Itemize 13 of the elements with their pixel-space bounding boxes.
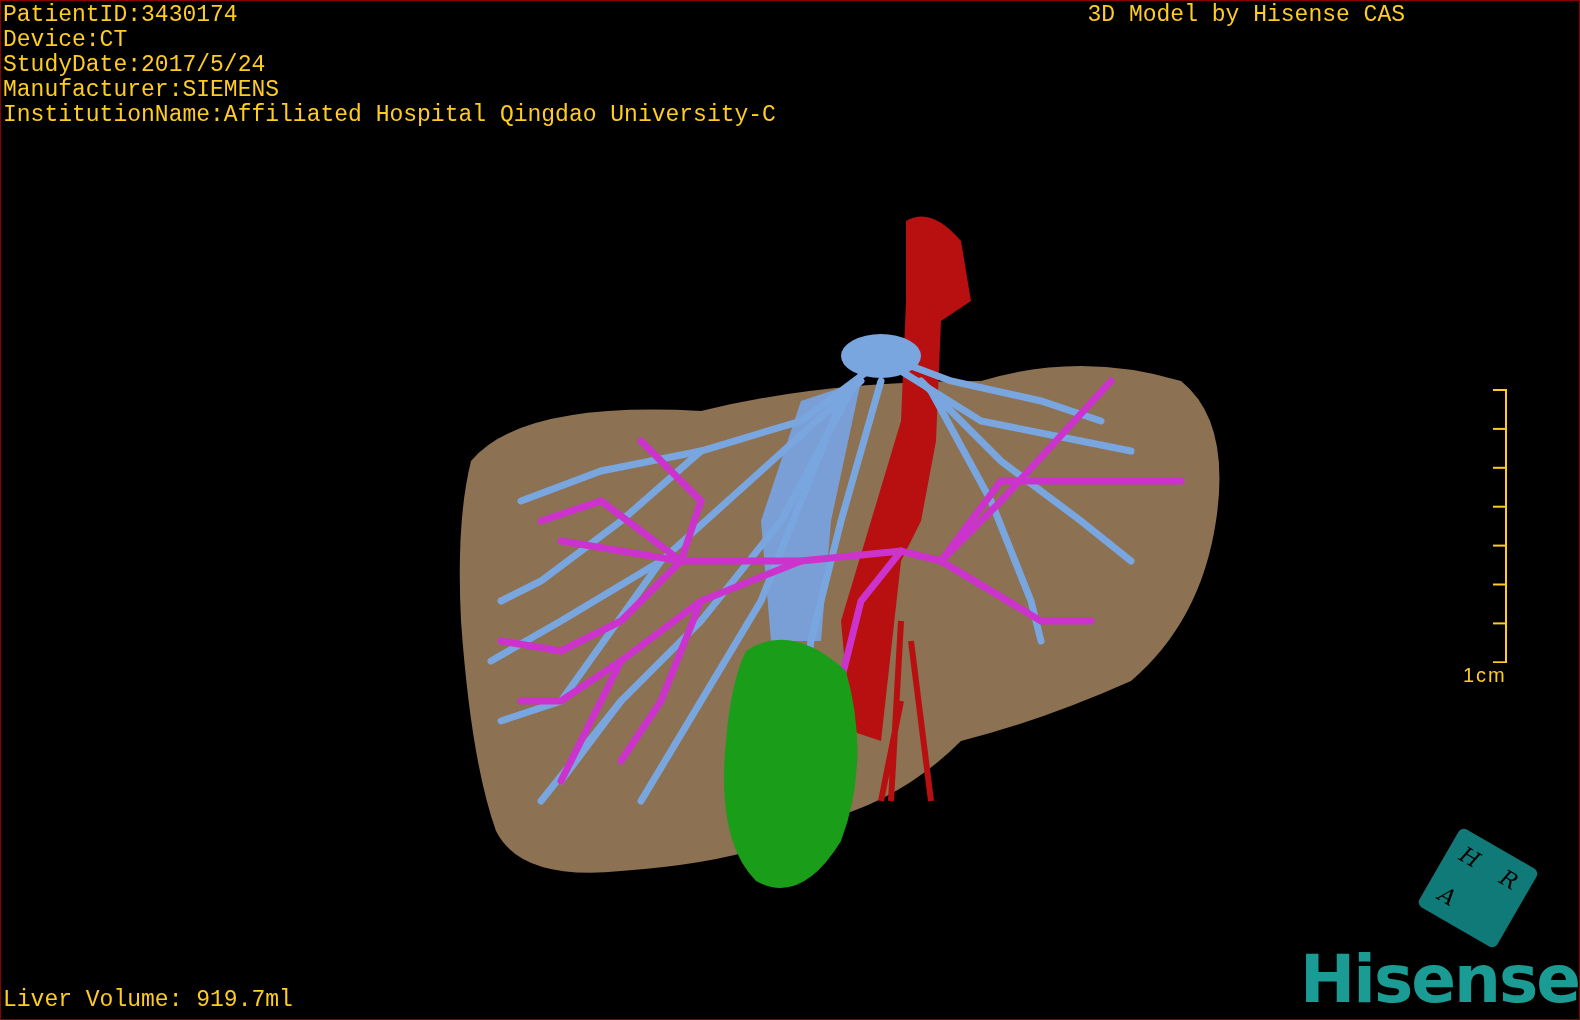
cube-face-letter: H <box>1454 840 1486 875</box>
patient-info-text: Device:CT <box>3 28 129 53</box>
cube-face-letter: A <box>1433 880 1462 914</box>
cube-face-letter: R <box>1494 863 1524 897</box>
patient-info-text: InstitutionName:Affiliated Hospital Qingdao University-C <box>3 103 776 128</box>
patient-info-text: PatientID:3430174 <box>3 3 239 28</box>
hisense-logo: Hisense <box>1300 947 1579 1013</box>
liver-volume-text: Liver Volume: 919.7ml <box>3 988 293 1013</box>
scale-bar-icon <box>1492 389 1507 663</box>
patient-info-text: StudyDate:2017/5/24 <box>3 53 267 78</box>
scale-label: 1cm <box>1463 664 1507 686</box>
patient-info-text: Manufacturer:SIEMENS <box>3 78 281 103</box>
credit-text: 3D Model by Hisense CAS <box>1087 3 1405 28</box>
